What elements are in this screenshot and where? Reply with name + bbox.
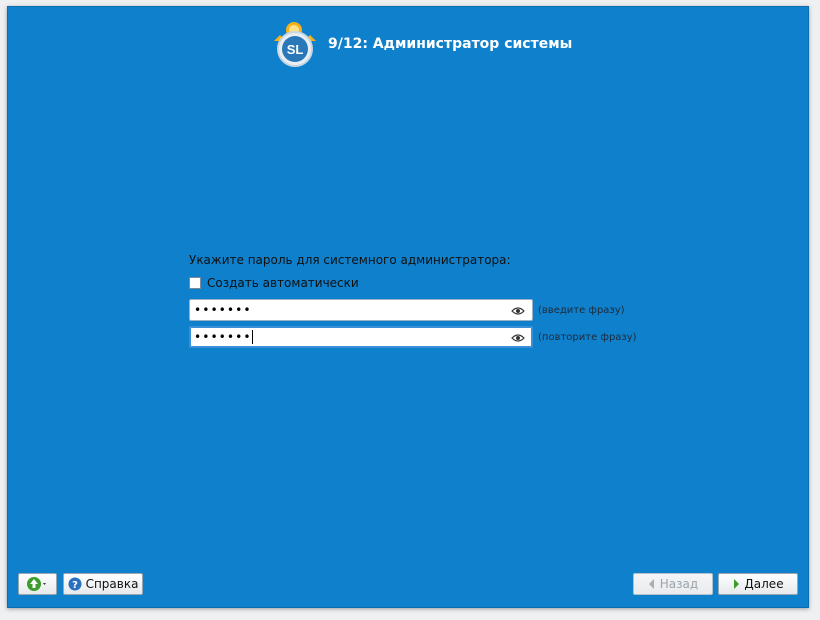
auto-generate-label: Создать автоматически xyxy=(207,276,359,290)
password-field[interactable] xyxy=(189,299,533,321)
menu-button[interactable] xyxy=(18,573,57,595)
back-button[interactable]: Назад xyxy=(633,573,713,595)
sl-logo-icon: SL xyxy=(274,22,316,67)
page-title: 9/12: Администратор системы xyxy=(328,36,573,52)
password-input[interactable] xyxy=(194,301,494,319)
auto-generate-checkbox[interactable] xyxy=(189,277,201,289)
step-header: SL 9/12: Администратор системы xyxy=(266,19,572,69)
next-button[interactable]: Далее xyxy=(718,573,798,595)
chevron-left-icon xyxy=(648,579,656,589)
text-caret xyxy=(252,330,253,344)
password-confirm-hint: (повторите фразу) xyxy=(538,331,637,343)
help-button[interactable]: ? Справка xyxy=(63,573,143,595)
installer-window: SL 9/12: Администратор системы Укажите п… xyxy=(7,6,809,608)
password-hint: (введите фразу) xyxy=(538,304,625,316)
password-row: (введите фразу) xyxy=(189,299,649,321)
password-confirm-input[interactable] xyxy=(194,328,253,346)
help-label: Справка xyxy=(85,577,139,591)
password-confirm-row: (повторите фразу) xyxy=(189,326,649,348)
show-password-confirm-eye-icon[interactable] xyxy=(511,331,525,345)
password-form: Укажите пароль для системного администра… xyxy=(189,253,649,353)
up-arrow-menu-icon xyxy=(26,577,46,591)
chevron-right-icon xyxy=(732,579,740,589)
show-password-eye-icon[interactable] xyxy=(511,304,525,318)
auto-generate-option[interactable]: Создать автоматически xyxy=(189,275,649,291)
next-label: Далее xyxy=(744,577,784,591)
svg-text:?: ? xyxy=(72,580,78,591)
logo-text: SL xyxy=(287,42,304,57)
back-label: Назад xyxy=(659,577,699,591)
password-confirm-field[interactable] xyxy=(189,326,533,348)
password-prompt: Укажите пароль для системного администра… xyxy=(189,253,511,267)
help-icon: ? xyxy=(68,577,82,591)
